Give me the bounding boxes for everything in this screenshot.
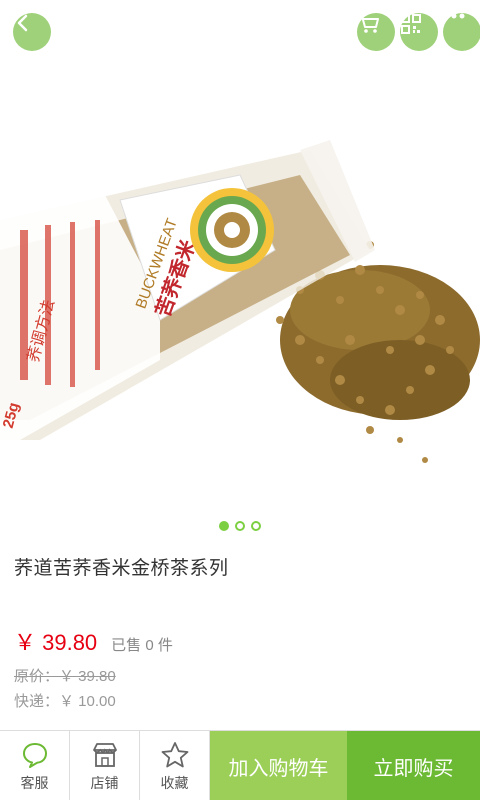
carousel-dot-2[interactable]: [235, 521, 245, 531]
qrcode-icon: [401, 14, 421, 34]
favorite-tab[interactable]: 收藏: [140, 731, 210, 800]
product-image: 荞调方法 25g BUCKWHEAT 苦荞香米: [0, 140, 480, 463]
chevron-left-icon: [17, 14, 28, 32]
product-title: 荞道苦荞香米金桥茶系列: [14, 558, 229, 579]
product-image-carousel[interactable]: 荞调方法 25g BUCKWHEAT 苦荞香米: [0, 0, 480, 538]
carousel-dot-3[interactable]: [251, 521, 261, 531]
shop-tab[interactable]: 店铺: [70, 731, 140, 800]
sold-count: 已售 0 件: [111, 637, 173, 654]
carousel-indicator: [0, 521, 480, 533]
cart-icon: [359, 15, 379, 33]
bottom-action-bar: 客服 店铺 收藏 加入购物车 立即购买: [0, 730, 480, 800]
chat-bubble-icon: [22, 743, 47, 768]
store-icon: [92, 743, 117, 767]
favorite-label: 收藏: [160, 775, 189, 791]
price-row: ￥ 39.80 已售 0 件: [14, 625, 173, 657]
qrcode-button[interactable]: [400, 13, 438, 51]
customer-service-tab[interactable]: 客服: [0, 731, 70, 800]
cart-button[interactable]: [357, 13, 395, 51]
ellipsis-icon: [443, 13, 465, 19]
add-to-cart-button[interactable]: 加入购物车: [210, 731, 347, 800]
more-button[interactable]: [443, 13, 480, 51]
buy-now-button[interactable]: 立即购买: [347, 731, 480, 800]
star-icon: [161, 742, 188, 768]
shipping-fee: 快递：￥ 10.00: [14, 693, 116, 710]
back-button[interactable]: [13, 13, 51, 51]
product-price: ￥ 39.80: [14, 630, 98, 655]
customer-service-label: 客服: [20, 775, 49, 791]
carousel-dot-1[interactable]: [219, 521, 229, 531]
original-price: 原价：￥ 39.80: [14, 668, 116, 685]
shop-label: 店铺: [90, 775, 119, 791]
